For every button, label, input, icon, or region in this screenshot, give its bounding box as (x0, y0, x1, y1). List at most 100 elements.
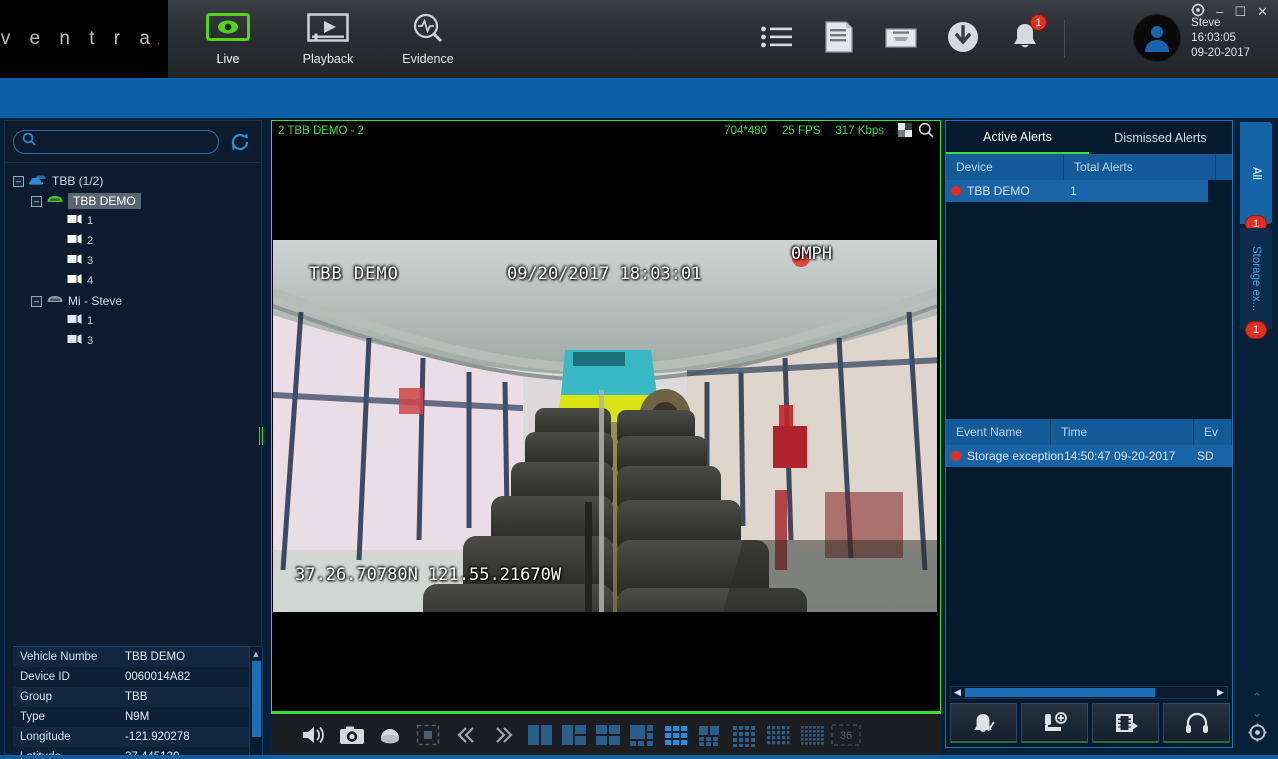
chevron-up-icon[interactable]: ⌃ (1243, 690, 1271, 705)
snapshot-camera-icon[interactable] (333, 716, 371, 754)
bell-badge: 1 (1030, 14, 1047, 31)
user-block[interactable]: Steve 16:03:05 09-20-2017 (1133, 14, 1250, 62)
audio-icon[interactable] (295, 716, 333, 754)
scroll-up-arrow-icon[interactable]: ▲ (250, 647, 262, 660)
alarm-bell-button[interactable] (950, 703, 1017, 743)
tree-node-mi-camera-1[interactable]: 1 (67, 311, 261, 331)
info-vertical-scrollbar[interactable]: ▲ ▼ (249, 646, 263, 759)
layout-1plus2-icon[interactable] (523, 716, 557, 754)
layout-3x3-icon[interactable] (659, 716, 693, 754)
horizontal-scroll-thumb[interactable] (965, 688, 1155, 697)
video-header: 2 TBB DEMO - 2 704*480 25 FPS 317 Kbps (272, 121, 940, 141)
overlay-datetime: 09/20/2017 18:03:01 (507, 264, 702, 284)
device-tree-panel: – TBB (1/2) – TBB DEMO 1 2 3 4 – Mi - St… (4, 120, 263, 759)
add-evidence-button[interactable] (1021, 703, 1088, 743)
list-icon[interactable] (756, 16, 798, 58)
tab-active-alerts[interactable]: Active Alerts (946, 121, 1089, 154)
panel-splitter[interactable] (258, 425, 263, 447)
tree-node-tbb-demo-label: TBB DEMO (68, 193, 141, 209)
download-icon[interactable] (942, 16, 984, 58)
event-table-header: Event Name Time Ev (946, 419, 1232, 445)
tree-node-tbb-demo[interactable]: – TBB DEMO (31, 191, 261, 211)
next-page-icon[interactable] (485, 716, 523, 754)
tree-node-camera-1[interactable]: 1 (67, 211, 261, 231)
layout-6x6-icon[interactable] (795, 716, 829, 754)
video-stream[interactable]: TBB DEMO 09/20/2017 18:03:01 0MPH 37.26.… (273, 240, 937, 612)
tree-node-camera-4[interactable]: 4 (67, 271, 261, 291)
chevron-down-icon[interactable]: ⌄ (1243, 705, 1271, 720)
document-icon[interactable] (818, 16, 860, 58)
info-row: Type N9M (13, 707, 249, 727)
nav-tab-live[interactable]: Live (178, 0, 278, 78)
column-event-type[interactable]: Ev (1194, 419, 1232, 445)
layout-36-icon[interactable]: 36 (829, 716, 863, 754)
settings-gear-icon[interactable] (1243, 723, 1271, 747)
search-input[interactable] (42, 134, 210, 149)
close-button[interactable]: ✕ (1257, 5, 1268, 18)
info-value: -121.920278 (125, 731, 190, 743)
layout-1plus5-icon[interactable] (625, 716, 659, 754)
user-time: 16:03:05 (1191, 31, 1236, 44)
layout-4x4-icon[interactable] (727, 716, 761, 754)
alerts-horizontal-scrollbar[interactable]: ◀ ▶ (950, 686, 1228, 699)
scroll-left-arrow-icon[interactable]: ◀ (951, 687, 964, 698)
column-time[interactable]: Time (1051, 419, 1195, 445)
maximize-button[interactable]: ☐ (1234, 5, 1246, 18)
minimize-button[interactable]: – (1216, 5, 1223, 18)
tree-node-mi-camera-3[interactable]: 3 (67, 331, 261, 351)
record-clip-button[interactable] (1092, 703, 1159, 743)
expander-icon[interactable]: – (31, 195, 42, 207)
info-row: Device ID 0060014A82 (13, 667, 249, 687)
prev-page-icon[interactable] (447, 716, 485, 754)
tree-node-mi-steve[interactable]: – Mi - Steve (31, 291, 261, 311)
scroll-right-arrow-icon[interactable]: ▶ (1214, 687, 1227, 698)
table-row[interactable]: TBB DEMO 1 (946, 180, 1208, 202)
column-total-alerts[interactable]: Total Alerts (1064, 154, 1216, 180)
column-event-name[interactable]: Event Name (946, 419, 1051, 445)
device-table-header: Device Total Alerts (946, 154, 1232, 180)
layout-1plus3-icon[interactable] (557, 716, 591, 754)
alerts-action-buttons (950, 703, 1230, 743)
camera-icon (67, 234, 83, 248)
tree-node-group[interactable]: – TBB (1/2) (13, 171, 261, 191)
settings-gear-icon[interactable] (1191, 3, 1205, 19)
side-tab-storage-exception[interactable]: Storage ex... 1 (1240, 228, 1272, 339)
nav-tab-evidence[interactable]: Evidence (378, 0, 478, 78)
device-total-alerts: 1 (1070, 184, 1077, 198)
layout-1plus7-icon[interactable] (693, 716, 727, 754)
search-input-wrap[interactable] (13, 129, 219, 154)
user-date: 09-20-2017 (1191, 46, 1250, 59)
digital-zoom-icon[interactable] (918, 122, 934, 141)
tree-node-camera-3[interactable]: 3 (67, 251, 261, 271)
side-tab-all[interactable]: All 1 (1240, 122, 1272, 233)
app-root: v e n t r a. Live Playback Evidence 1 St… (0, 0, 1278, 759)
bottom-accent-bar (0, 755, 1278, 759)
select-region-icon[interactable] (409, 716, 447, 754)
info-value: N9M (125, 711, 150, 723)
expander-icon[interactable]: – (31, 295, 42, 307)
nav-tab-playback[interactable]: Playback (278, 0, 378, 78)
expander-icon[interactable]: – (13, 175, 24, 187)
column-device[interactable]: Device (946, 154, 1064, 180)
quality-toggle-icon[interactable] (898, 122, 912, 140)
ptz-dome-icon[interactable] (371, 716, 409, 754)
video-panel[interactable]: 2 TBB DEMO - 2 704*480 25 FPS 317 Kbps T… (271, 120, 941, 712)
svg-text:36: 36 (840, 730, 852, 742)
tree-node-camera-2[interactable]: 2 (67, 231, 261, 251)
refresh-icon[interactable] (227, 129, 253, 155)
tab-dismissed-alerts[interactable]: Dismissed Alerts (1089, 121, 1232, 154)
alert-status-dot-icon (951, 186, 961, 196)
inbox-icon[interactable] (880, 16, 922, 58)
main-nav: Live Playback Evidence (178, 0, 478, 78)
camera-icon (67, 314, 83, 328)
live-monitor-icon (206, 12, 250, 48)
layout-5x5-icon[interactable] (761, 716, 795, 754)
intercom-headset-button[interactable] (1163, 703, 1230, 743)
vertical-scroll-thumb[interactable] (252, 661, 261, 737)
info-key: Group (20, 691, 52, 703)
tree-node-mi-steve-label: Mi - Steve (68, 294, 123, 308)
bell-icon[interactable]: 1 (1004, 14, 1047, 58)
tree-node-camera-3-label: 3 (87, 255, 94, 267)
layout-2x2-icon[interactable] (591, 716, 625, 754)
table-row[interactable]: Storage exception 14:50:47 09-20-2017 SD (946, 445, 1232, 467)
